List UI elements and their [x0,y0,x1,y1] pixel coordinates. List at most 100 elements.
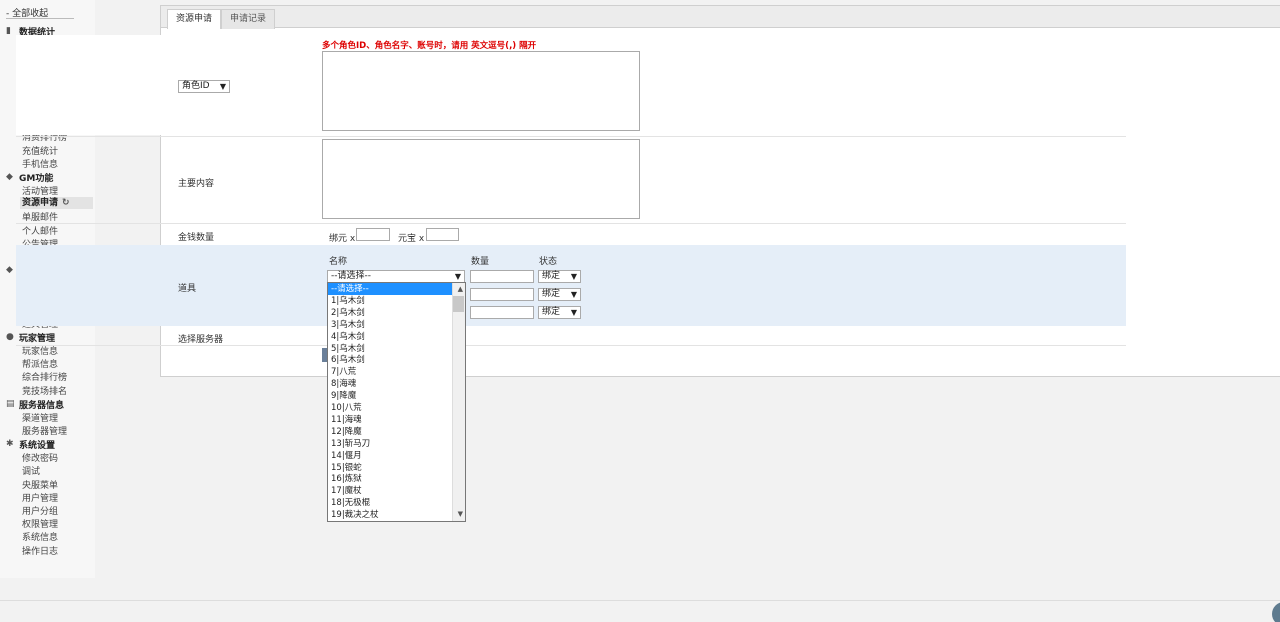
server-icon: ▤ [6,398,15,409]
content-label: 主要内容 [178,179,215,189]
col-qty-header: 数量 [471,257,490,267]
sidebar-item-label: 操作日志 [22,546,59,557]
dropdown-option[interactable]: 5|乌木剑 [328,343,452,355]
item-select-dropdown[interactable]: --请选择-- 1|乌木剑 2|乌木剑 3|乌木剑 4|乌木剑 5|乌木剑 6|乌木剑 7|八… [327,282,466,522]
id-type-select-value: 角色ID [182,81,210,91]
sidebar-item[interactable]: 渠道管理 [22,411,58,424]
sidebar-item-label: 活动管理 [22,187,59,197]
sidebar-item[interactable]: 修改密码 [22,451,58,464]
sidebar-group-label: 服务器信息 [19,400,65,411]
dropdown-option[interactable]: 15|银蛇 [328,462,452,474]
sidebar-item[interactable]: 竞技场排名 [22,384,67,397]
tags-icon: ◆ [6,172,13,182]
item-qty-input[interactable] [470,288,534,301]
sidebar-item[interactable]: 手机信息 [22,157,58,170]
sidebar-group-label: 玩家管理 [19,334,56,344]
dropdown-option[interactable]: 1|乌木剑 [328,295,452,307]
sidebar-item[interactable]: 综合排行榜 [22,370,67,383]
yuanbao-label: 元宝 x [398,234,425,244]
sidebar-item-label: 单服邮件 [22,213,59,224]
item-qty-input[interactable] [470,270,534,283]
sidebar-group-title[interactable]: ✱ 系统设置 [6,438,56,452]
sidebar-item-label: 综合排行榜 [22,373,68,384]
item-state-select[interactable]: 绑定 ▼ [538,306,581,319]
sidebar-item[interactable]: 资源申请 ↻ [20,197,93,210]
dropdown-option[interactable]: 10|八荒 [328,402,452,414]
item-state-select-value: 绑定 [542,271,561,281]
dropdown-option[interactable]: 8|海魂 [328,378,452,390]
dropdown-option[interactable]: 9|降魔 [328,390,452,402]
dropdown-option[interactable]: 16|炼狱 [328,473,452,485]
chevron-down-icon: ▼ [570,290,577,299]
gear-icon: ✱ [6,439,14,450]
bind-yuan-label: 绑元 x [329,234,356,244]
bind-yuan-input[interactable] [356,228,390,241]
divider [16,223,1126,224]
sidebar-item[interactable]: 充值统计 [22,144,58,157]
sidebar-group-label: GM功能 [19,174,54,184]
content-textarea[interactable] [322,139,640,219]
role-id-textarea[interactable] [322,51,640,131]
sidebar-item-label: 修改密码 [22,454,59,465]
item-state-select-value: 绑定 [542,289,561,299]
sidebar-item[interactable]: 操作日志 [22,544,58,557]
sidebar-group-label: 系统设置 [19,441,56,452]
item-name-select-value: --请选择-- [331,271,371,281]
scroll-up-icon[interactable]: ▲ [458,285,463,293]
tab-resource-apply[interactable]: 资源申请 [167,9,222,29]
dropdown-option[interactable]: 11|海魂 [328,414,452,426]
chevron-down-icon: ▼ [570,272,577,281]
id-type-select[interactable]: 角色ID ▼ [178,80,230,93]
dropdown-option[interactable]: 4|乌木剑 [328,331,452,343]
item-state-select[interactable]: 绑定 ▼ [538,270,581,283]
sidebar-item[interactable]: 单服邮件 [22,210,58,223]
item-qty-input[interactable] [470,306,534,319]
divider [16,136,1126,137]
sidebar-item-label: 资源申请 [22,198,59,209]
sidebar-item[interactable]: 服务器管理 [22,424,67,437]
dropdown-option[interactable]: 18|无极棍 [328,497,452,509]
sidebar-item-label: 手机信息 [22,159,59,170]
floating-widget[interactable] [1272,602,1280,622]
dropdown-option[interactable]: 14|偃月 [328,450,452,462]
sidebar-group-title[interactable]: ▤ 服务器信息 [6,398,64,411]
sidebar-item[interactable]: 个人邮件 [22,224,58,237]
sidebar-item[interactable]: 央服菜单 [22,478,58,491]
dropdown-option[interactable]: 2|乌木剑 [328,307,452,319]
divider [0,600,1280,601]
scrollbar-thumb[interactable] [453,296,464,312]
sidebar-item-label: 竞技场排名 [22,386,68,397]
sidebar-item[interactable]: 用户管理 [22,491,58,504]
dropdown-option[interactable]: 3|乌木剑 [328,319,452,331]
sidebar-item-label: 个人邮件 [22,226,59,237]
scrollbar[interactable]: ▲ ▼ [452,283,465,521]
sidebar-group-title[interactable]: ◆ GM功能 [6,171,54,185]
item-state-select-value: 绑定 [542,307,561,317]
dropdown-option[interactable]: 13|斩马刀 [328,438,452,450]
sidebar-item-label: 充值统计 [22,146,59,157]
sidebar-item[interactable]: 权限管理 [22,517,58,530]
dropdown-option[interactable]: 12|降魔 [328,426,452,438]
role-id-hint: 多个角色ID、角色名字、账号时，请用 英文逗号(,) 隔开 [322,41,537,51]
sidebar-item-label: 调试 [22,467,41,478]
sidebar-item[interactable]: 调试 [22,464,40,477]
refresh-icon[interactable]: ↻ [62,197,70,209]
dropdown-option[interactable]: 7|八荒 [328,366,452,378]
item-state-select[interactable]: 绑定 ▼ [538,288,581,301]
sidebar-item[interactable]: 系统信息 [22,530,58,543]
tab-apply-records[interactable]: 申请记录 [221,9,276,29]
dropdown-option[interactable]: 19|裁决之杖 [328,509,452,521]
dropdown-option[interactable]: --请选择-- [328,283,452,295]
dropdown-option[interactable]: 17|魔杖 [328,485,452,497]
tags-icon: ◆ [6,265,13,276]
scroll-down-icon[interactable]: ▼ [458,510,463,518]
sidebar-group-title[interactable]: ● 玩家管理 [6,331,56,345]
sidebar-item[interactable]: 帮派信息 [22,357,58,370]
yuanbao-input[interactable] [426,228,459,241]
sidebar-item-label: 服务器管理 [22,427,68,437]
sidebar-item-label: 用户管理 [22,493,59,504]
sidebar-item[interactable]: 用户分组 [22,504,58,517]
sidebar-item[interactable]: 活动管理 [22,184,58,197]
dropdown-option[interactable]: 6|乌木剑 [328,354,452,366]
divider [16,345,1126,346]
